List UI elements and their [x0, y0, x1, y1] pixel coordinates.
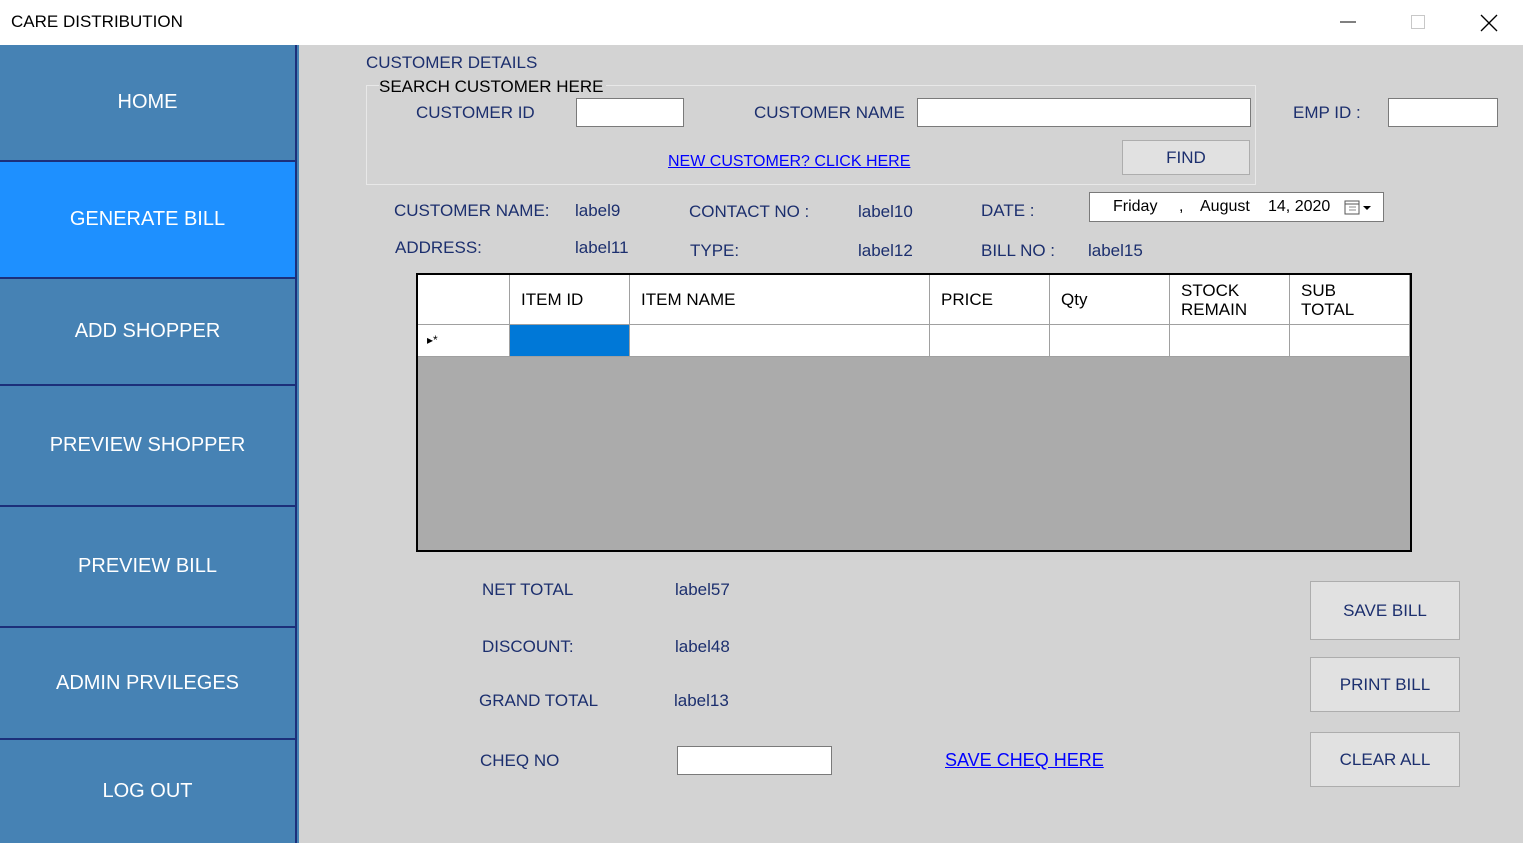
items-grid[interactable]: ITEM ID ITEM NAME PRICE Qty STOCK REMAIN … — [416, 273, 1412, 552]
nav-admin-privileges-button[interactable]: ADMIN PRVILEGES — [0, 628, 297, 740]
date-month: August — [1200, 198, 1250, 215]
customer-id-input[interactable] — [576, 98, 684, 127]
grid-new-row-header[interactable]: ▸* — [418, 325, 510, 357]
nav-preview-bill-button[interactable]: PREVIEW BILL — [0, 507, 297, 628]
clear-all-button[interactable]: CLEAR ALL — [1310, 732, 1460, 787]
calendar-dropdown-icon[interactable] — [1344, 199, 1374, 216]
new-row-marker: ▸* — [427, 333, 438, 347]
nav-add-shopper-button[interactable]: ADD SHOPPER — [0, 279, 297, 386]
maximize-button[interactable] — [1383, 0, 1453, 44]
discount-value: label48 — [675, 637, 730, 656]
date-day-year: 14, 2020 — [1268, 198, 1331, 215]
window-title: CARE DISTRIBUTION — [11, 12, 183, 31]
title-bar: CARE DISTRIBUTION — [0, 0, 1523, 44]
grid-header-sub-total-label: SUB TOTAL — [1301, 281, 1354, 319]
main-panel: CUSTOMER DETAILS SEARCH CUSTOMER HERE CU… — [299, 45, 1523, 843]
net-total-label: NET TOTAL — [482, 580, 574, 599]
close-button[interactable] — [1453, 0, 1523, 44]
sidebar: HOME GENERATE BILL ADD SHOPPER PREVIEW S… — [0, 45, 299, 843]
grid-header-price-label: PRICE — [941, 290, 993, 309]
nav-log-out-button[interactable]: LOG OUT — [0, 740, 297, 843]
info-customer-name-value: label9 — [575, 201, 621, 220]
emp-id-label: EMP ID : — [1293, 103, 1361, 122]
bill-no-label: BILL NO : — [981, 241, 1056, 260]
minimize-icon — [1340, 21, 1356, 23]
discount-label: DISCOUNT: — [482, 637, 574, 656]
subtotal-line1: SUB — [1301, 280, 1336, 300]
print-bill-button[interactable]: PRINT BILL — [1310, 657, 1460, 712]
grid-header-qty-label: Qty — [1061, 290, 1088, 309]
grand-total-label: GRAND TOTAL — [479, 691, 599, 710]
info-customer-name-label: CUSTOMER NAME: — [394, 201, 550, 220]
type-value: label12 — [858, 241, 913, 260]
grid-header-stock-remain[interactable]: STOCK REMAIN — [1170, 275, 1290, 325]
grid-row-header-corner — [418, 275, 510, 325]
subtotal-line2: TOTAL — [1301, 299, 1355, 319]
new-customer-link[interactable]: NEW CUSTOMER? CLICK HERE — [668, 153, 910, 171]
nav-generate-bill-button[interactable]: GENERATE BILL — [0, 162, 297, 279]
maximize-icon — [1411, 15, 1425, 29]
bill-no-value: label15 — [1088, 241, 1143, 260]
date-picker[interactable]: Friday , August 14, 2020 — [1089, 192, 1384, 222]
address-label: ADDRESS: — [395, 238, 482, 257]
search-customer-group-title: SEARCH CUSTOMER HERE — [379, 77, 606, 97]
date-day: Friday — [1113, 198, 1158, 215]
contact-no-value: label10 — [858, 202, 913, 221]
stock-line2: REMAIN — [1181, 299, 1248, 319]
customer-name-label: CUSTOMER NAME — [754, 103, 905, 122]
customer-name-input[interactable] — [917, 98, 1251, 127]
cheq-no-label: CHEQ NO — [480, 751, 560, 770]
net-total-value: label57 — [675, 580, 730, 599]
nav-home-button[interactable]: HOME — [0, 45, 297, 162]
save-bill-button[interactable]: SAVE BILL — [1310, 581, 1460, 640]
grid-cell-qty[interactable] — [1050, 325, 1170, 357]
grid-header-stock-remain-label: STOCK REMAIN — [1181, 281, 1247, 319]
grid-header-sub-total[interactable]: SUB TOTAL — [1290, 275, 1410, 325]
nav-preview-shopper-button[interactable]: PREVIEW SHOPPER — [0, 386, 297, 507]
grand-total-value: label13 — [674, 691, 729, 710]
grid-cell-sub-total[interactable] — [1290, 325, 1410, 357]
minimize-button[interactable] — [1313, 0, 1383, 44]
grid-header-item-id[interactable]: ITEM ID — [510, 275, 630, 325]
contact-no-label: CONTACT NO : — [689, 202, 810, 221]
grid-header-item-id-label: ITEM ID — [521, 290, 584, 309]
cheq-no-input[interactable] — [677, 746, 832, 775]
grid-header-item-name-label: ITEM NAME — [641, 290, 736, 309]
date-label: DATE : — [981, 201, 1035, 220]
save-cheq-link[interactable]: SAVE CHEQ HERE — [945, 750, 1104, 771]
customer-details-title: CUSTOMER DETAILS — [366, 53, 538, 72]
grid-header-price[interactable]: PRICE — [930, 275, 1050, 325]
emp-id-input[interactable] — [1388, 98, 1498, 127]
find-button[interactable]: FIND — [1122, 140, 1250, 175]
stock-line1: STOCK — [1181, 280, 1240, 300]
grid-header-qty[interactable]: Qty — [1050, 275, 1170, 325]
date-separator: , — [1179, 198, 1184, 215]
close-icon — [1480, 14, 1498, 32]
type-label: TYPE: — [690, 241, 740, 260]
grid-cell-stock-remain[interactable] — [1170, 325, 1290, 357]
grid-header-item-name[interactable]: ITEM NAME — [630, 275, 930, 325]
address-value: label11 — [575, 238, 629, 257]
grid-cell-item-id[interactable] — [510, 325, 630, 357]
grid-cell-item-name[interactable] — [630, 325, 930, 357]
customer-id-label: CUSTOMER ID — [416, 103, 535, 122]
grid-cell-price[interactable] — [930, 325, 1050, 357]
